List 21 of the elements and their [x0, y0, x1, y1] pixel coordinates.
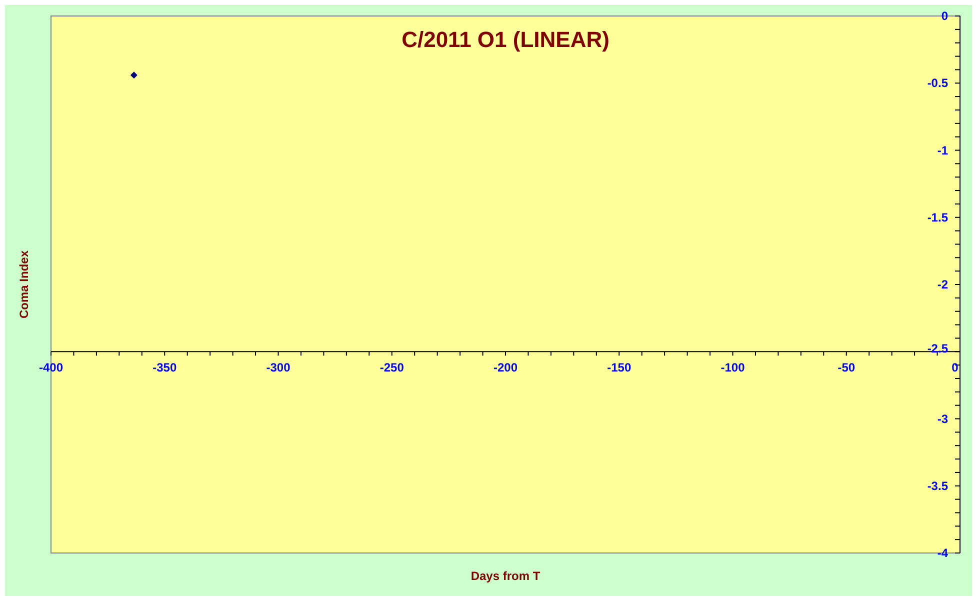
tick-label: -400 [38, 360, 64, 375]
tick-label: -0.5 [927, 76, 948, 90]
tick-label: -1.5 [927, 210, 948, 224]
tick-label: -300 [266, 360, 290, 375]
tick-label: -3 [937, 412, 948, 426]
tick-label: 0 [941, 9, 948, 23]
tick-label: -1 [937, 143, 948, 158]
data-point [130, 72, 138, 79]
tick-label: -50 [838, 360, 856, 375]
tick-label: -150 [607, 360, 632, 375]
axis-title: Days from T [470, 569, 540, 583]
tick-label: 0 [952, 360, 958, 375]
tick-label: -100 [720, 360, 745, 375]
tick-label: -4 [937, 546, 948, 560]
tick-label: -3.5 [927, 478, 948, 493]
tick-label: -200 [493, 360, 518, 375]
chart-title: C/2011 O1 (LINEAR) [402, 27, 610, 52]
tick-label: -2 [937, 278, 948, 292]
axis-title: Coma Index [17, 250, 31, 318]
tick-label: -350 [152, 360, 177, 375]
tick-label: -250 [380, 360, 404, 375]
